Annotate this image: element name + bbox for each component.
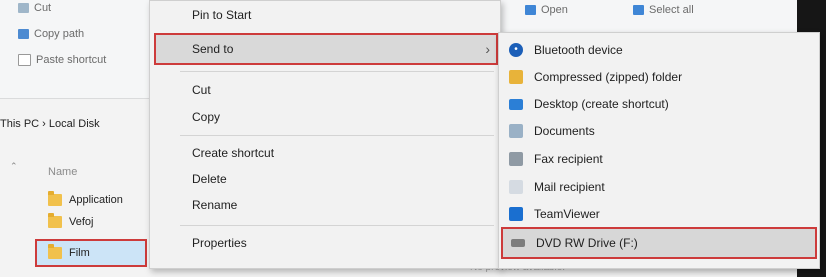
scissors-icon xyxy=(18,3,29,13)
menu-item-delete[interactable]: Delete xyxy=(192,172,227,186)
bluetooth-icon: • xyxy=(509,43,523,57)
paste-shortcut-icon xyxy=(18,54,31,66)
ribbon-paste-shortcut-button[interactable]: Paste shortcut xyxy=(18,52,106,68)
zip-folder-icon xyxy=(509,70,523,84)
send-to-teamviewer[interactable]: TeamViewer xyxy=(509,203,809,225)
menu-item-send-to[interactable]: Send to › xyxy=(154,33,498,65)
context-menu: Pin to Start Send to › Cut Copy Create s… xyxy=(149,0,501,269)
menu-divider xyxy=(180,71,494,72)
ribbon-copy-path-button[interactable]: Copy path xyxy=(18,26,84,42)
file-row-film[interactable]: Film xyxy=(48,243,90,263)
folder-icon xyxy=(48,191,62,206)
sort-caret-icon: ⌃ xyxy=(10,161,18,171)
teamviewer-icon xyxy=(509,207,523,221)
file-row-application[interactable]: Application xyxy=(48,190,123,210)
send-to-dvd-drive[interactable]: DVD RW Drive (F:) xyxy=(501,227,817,259)
copy-path-icon xyxy=(18,29,29,39)
fax-icon xyxy=(509,152,523,166)
open-icon xyxy=(525,5,536,15)
menu-item-cut[interactable]: Cut xyxy=(192,83,211,97)
select-all-icon xyxy=(633,5,644,15)
file-row-vefoj[interactable]: Vefoj xyxy=(48,212,93,232)
address-bar[interactable]: This PC › Local Disk xyxy=(0,118,100,130)
folder-icon xyxy=(48,244,62,259)
mail-icon xyxy=(509,180,523,194)
dvd-drive-icon xyxy=(511,239,525,247)
ribbon-right-group: Open Select all xyxy=(505,0,797,30)
chevron-right-icon: › xyxy=(485,41,490,57)
folder-icon xyxy=(48,213,62,228)
menu-item-create-shortcut[interactable]: Create shortcut xyxy=(192,146,274,160)
ribbon-select-all-button[interactable]: Select all xyxy=(633,2,694,18)
menu-divider xyxy=(180,135,494,136)
desktop-icon xyxy=(509,98,523,110)
send-to-mail[interactable]: Mail recipient xyxy=(509,176,809,198)
send-to-desktop[interactable]: Desktop (create shortcut) xyxy=(509,93,809,115)
column-header-name[interactable]: Name xyxy=(48,166,77,178)
menu-item-properties[interactable]: Properties xyxy=(192,236,247,250)
menu-divider xyxy=(180,225,494,226)
documents-icon xyxy=(509,124,523,138)
send-to-fax[interactable]: Fax recipient xyxy=(509,148,809,170)
send-to-compressed-folder[interactable]: Compressed (zipped) folder xyxy=(509,66,809,88)
menu-item-copy[interactable]: Copy xyxy=(192,110,220,124)
ribbon-cut-button[interactable]: Cut xyxy=(18,0,51,16)
ribbon-open-button[interactable]: Open xyxy=(525,2,568,18)
menu-item-rename[interactable]: Rename xyxy=(192,198,237,212)
dvd-drive-item: DVD RW Drive (F:) xyxy=(511,232,811,254)
send-to-label: Send to xyxy=(192,42,234,56)
send-to-documents[interactable]: Documents xyxy=(509,120,809,142)
send-to-submenu: • Bluetooth device Compressed (zipped) f… xyxy=(498,32,820,269)
menu-item-pin-to-start[interactable]: Pin to Start xyxy=(192,8,251,22)
send-to-bluetooth[interactable]: • Bluetooth device xyxy=(509,39,809,61)
